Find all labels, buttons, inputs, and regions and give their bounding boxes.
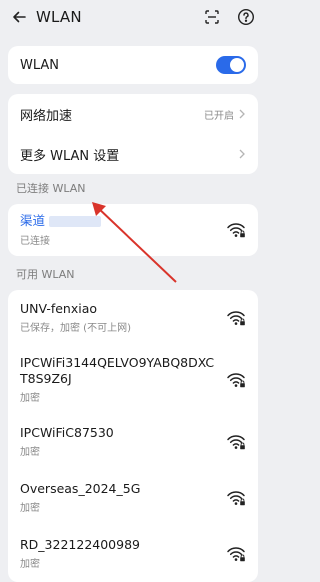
connected-network-name: 渠道	[20, 213, 46, 228]
network-row[interactable]: Overseas_2024_5G 加密	[8, 470, 258, 526]
chevron-right-icon	[239, 109, 245, 119]
network-acceleration-value: 已开启	[204, 110, 234, 122]
network-name: IPCWiFiC87530	[20, 424, 114, 440]
wlan-toggle-card: WLAN	[8, 46, 258, 84]
connected-network-row[interactable]: 渠道 已连接	[8, 204, 258, 256]
network-acceleration-row[interactable]: 网络加速 已开启	[8, 94, 258, 134]
network-name: RD_322122400989	[20, 536, 140, 552]
network-acceleration-label: 网络加速	[20, 108, 73, 124]
wifi-lock-icon	[227, 372, 245, 387]
wifi-lock-icon	[227, 223, 245, 238]
more-wlan-settings-row[interactable]: 更多 WLAN 设置	[8, 134, 258, 174]
available-networks-card: UNV-fenxiao 已保存，加密 (不可上网) IPCWiFi3144QEL…	[8, 289, 258, 582]
network-status: 加密	[20, 393, 40, 405]
wifi-lock-icon	[227, 546, 245, 561]
wlan-toggle-row[interactable]: WLAN	[8, 46, 258, 84]
network-name: Overseas_2024_5G	[20, 480, 141, 496]
switch-knob	[230, 58, 244, 72]
wifi-lock-icon	[227, 434, 245, 449]
page-title: WLAN	[36, 8, 82, 26]
network-status: 加密	[20, 447, 40, 459]
network-row[interactable]: UNV-fenxiao 已保存，加密 (不可上网)	[8, 290, 258, 346]
back-arrow-icon[interactable]	[8, 6, 30, 28]
wifi-lock-icon	[227, 310, 245, 325]
redacted-name-block	[49, 216, 102, 227]
wlan-toggle-label: WLAN	[20, 57, 60, 73]
scan-icon[interactable]	[200, 5, 224, 29]
connected-card: 渠道 已连接	[8, 204, 258, 256]
available-section-label: 可用 WLAN	[16, 267, 75, 281]
network-status: 加密	[20, 503, 40, 515]
help-icon[interactable]	[234, 5, 258, 29]
network-name: UNV-fenxiao	[20, 300, 98, 316]
network-name: IPCWiFi3144QELVO9YABQ8DXCT8S9Z6J	[20, 355, 215, 386]
chevron-right-icon	[239, 149, 245, 159]
settings-card: 网络加速 已开启 更多 WLAN 设置	[8, 94, 258, 174]
network-row[interactable]: IPCWiFiC87530 加密	[8, 414, 258, 470]
wlan-switch[interactable]	[216, 56, 246, 74]
connected-network-status: 已连接	[20, 235, 50, 247]
network-row[interactable]: RD_322122400989 加密	[8, 526, 258, 582]
top-bar: WLAN	[0, 0, 266, 34]
wifi-lock-icon	[227, 490, 245, 505]
network-status: 已保存，加密 (不可上网)	[20, 323, 131, 335]
more-wlan-settings-label: 更多 WLAN 设置	[20, 148, 120, 164]
network-row[interactable]: IPCWiFi3144QELVO9YABQ8DXCT8S9Z6J 加密	[8, 346, 258, 414]
network-status: 加密	[20, 559, 40, 571]
connected-section-label: 已连接 WLAN	[16, 182, 86, 195]
